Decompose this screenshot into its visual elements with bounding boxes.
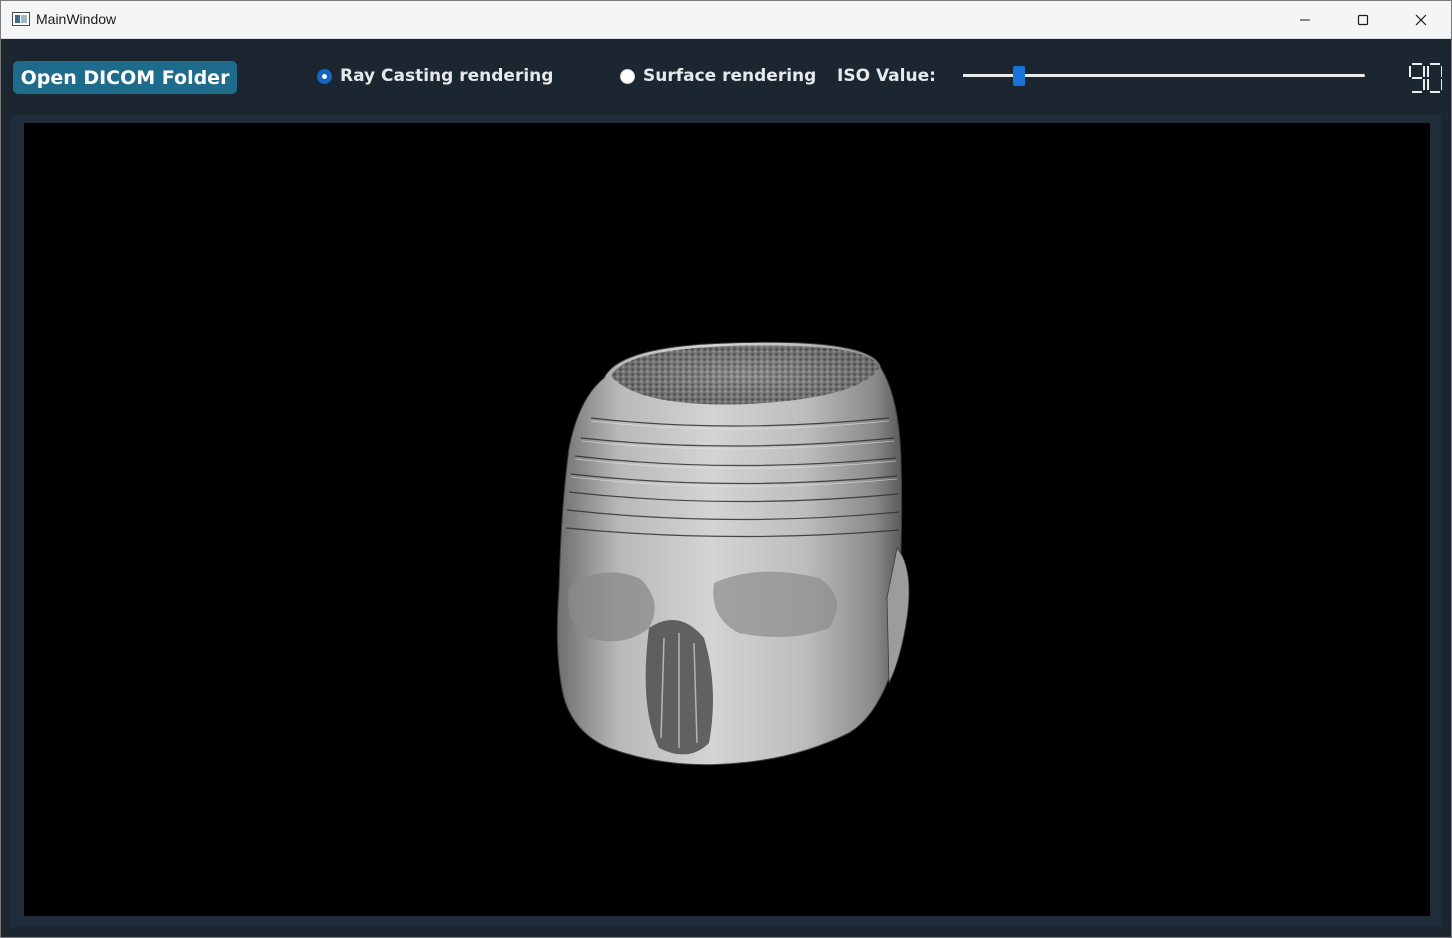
window-title: MainWindow [36, 11, 117, 27]
close-icon [1415, 14, 1427, 25]
surface-rendering-radio[interactable]: Surface rendering [620, 66, 816, 86]
surface-rendering-label: Surface rendering [643, 66, 817, 86]
vtk-render-view[interactable] [24, 123, 1430, 916]
slider-handle[interactable] [1013, 66, 1025, 86]
title-bar[interactable]: MainWindow [1, 1, 1451, 39]
iso-value-label: ISO Value: [837, 66, 936, 86]
main-window: MainWindow Open DICOM Folder Ray Casting… [0, 0, 1452, 938]
ray-casting-label: Ray Casting rendering [340, 66, 554, 86]
iso-value-lcd-display [1409, 63, 1442, 93]
ray-casting-radio[interactable]: Ray Casting rendering [317, 66, 553, 86]
minimize-icon [1300, 19, 1310, 20]
iso-value-slider[interactable] [963, 66, 1365, 86]
maximize-button[interactable] [1334, 1, 1392, 38]
app-window-icon [12, 12, 30, 26]
toolbar: Open DICOM Folder Ray Casting rendering … [1, 39, 1451, 115]
rendered-skull-volume[interactable] [529, 338, 919, 768]
slider-fill [963, 74, 1013, 77]
radio-indicator-checked[interactable] [317, 68, 332, 84]
minimize-button[interactable] [1276, 1, 1334, 38]
close-button[interactable] [1392, 1, 1450, 38]
maximize-icon [1357, 14, 1369, 25]
open-dicom-folder-button[interactable]: Open DICOM Folder [13, 61, 237, 94]
radio-indicator-unchecked[interactable] [620, 68, 635, 84]
